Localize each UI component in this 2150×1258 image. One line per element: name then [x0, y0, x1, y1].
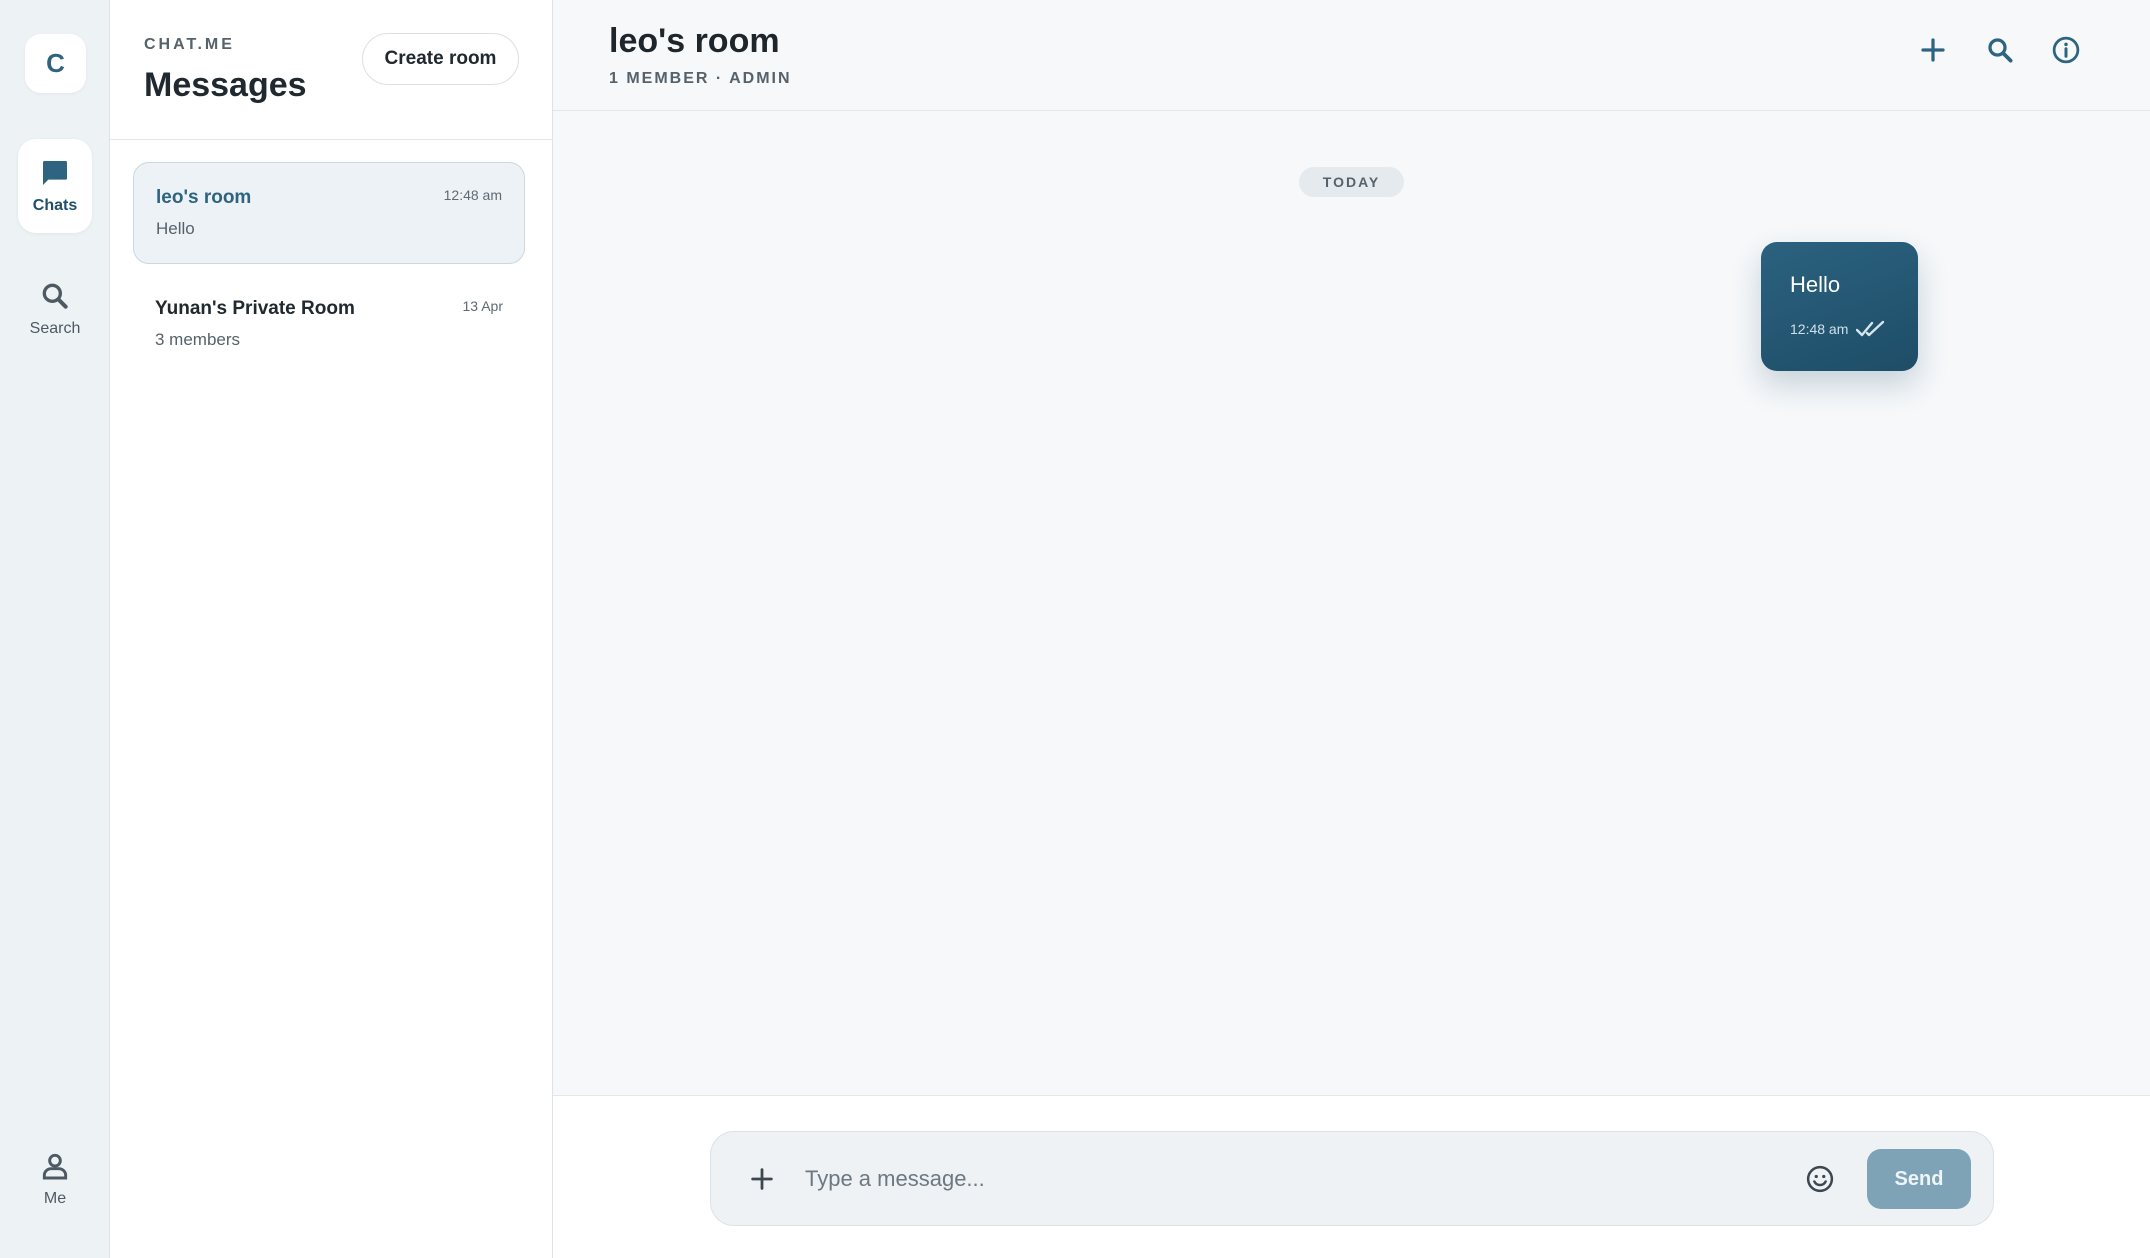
- create-room-button[interactable]: Create room: [362, 33, 519, 85]
- message-text: Hello: [1790, 272, 1841, 297]
- double-check-icon: [1856, 320, 1885, 337]
- room-info-button[interactable]: [2048, 32, 2084, 68]
- attach-button[interactable]: [745, 1162, 779, 1196]
- rail-item-label: Me: [43, 1190, 67, 1207]
- search-messages-button[interactable]: [1982, 32, 2018, 68]
- chat-subtitle: 1 MEMBER · ADMIN: [609, 70, 792, 87]
- room-time: 12:48 am: [443, 187, 502, 203]
- emoji-button[interactable]: [1803, 1162, 1837, 1196]
- room-name: Yunan's Private Room: [155, 298, 355, 319]
- search-icon: [1988, 38, 2013, 63]
- composer: Send: [710, 1131, 1994, 1226]
- plus-icon: [1921, 38, 1945, 62]
- chat-bubble-icon: [43, 161, 67, 185]
- panel-header: CHAT.ME Messages Create room: [110, 0, 553, 140]
- chat-area: leo's room 1 MEMBER · ADMIN TODAY Hello …: [553, 0, 2150, 1258]
- composer-bar: Send: [553, 1095, 2150, 1258]
- message-input[interactable]: [805, 1154, 1785, 1204]
- message-time: 12:48 am: [1790, 321, 1849, 337]
- message-bubble-outgoing[interactable]: Hello 12:48 am: [1761, 242, 1918, 371]
- rail-item-label: Chats: [32, 197, 78, 214]
- add-member-button[interactable]: [1915, 32, 1951, 68]
- search-icon: [42, 283, 68, 309]
- nav-rail: C Chats Search Me: [0, 0, 110, 1258]
- room-preview: Hello: [156, 219, 195, 238]
- room-name: leo's room: [156, 187, 252, 208]
- send-button[interactable]: Send: [1867, 1149, 1971, 1209]
- date-divider: TODAY: [1299, 167, 1404, 197]
- room-item-yunans-private-room[interactable]: Yunan's Private Room 3 members 13 Apr: [133, 274, 525, 376]
- smiley-icon: [1806, 1165, 1834, 1193]
- message-meta: 12:48 am: [1790, 320, 1886, 338]
- rail-item-search[interactable]: Search: [18, 262, 92, 356]
- chat-title: leo's room: [609, 22, 780, 60]
- brand-name: CHAT.ME: [144, 36, 235, 53]
- room-preview: 3 members: [155, 330, 241, 349]
- page-title: Messages: [144, 66, 307, 104]
- rail-item-chats[interactable]: Chats: [18, 139, 92, 233]
- rail-item-label: Search: [29, 320, 81, 337]
- rooms-panel: CHAT.ME Messages Create room leo's room …: [110, 0, 553, 1258]
- room-item-leos-room[interactable]: leo's room Hello 12:48 am: [133, 162, 525, 264]
- info-icon: [2052, 36, 2080, 64]
- room-time: 13 Apr: [462, 298, 503, 314]
- app-logo[interactable]: C: [25, 34, 86, 93]
- rail-item-me[interactable]: Me: [18, 1132, 92, 1226]
- plus-icon: [751, 1168, 773, 1190]
- chat-header: leo's room 1 MEMBER · ADMIN: [553, 0, 2150, 111]
- person-icon: [42, 1153, 68, 1180]
